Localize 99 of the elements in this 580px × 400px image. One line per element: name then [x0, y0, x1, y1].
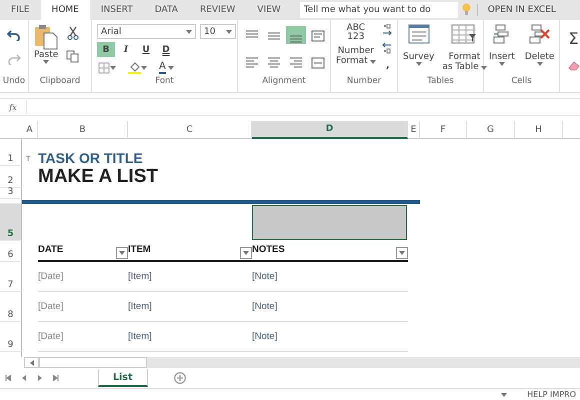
title-text: MAKE A LIST	[38, 166, 159, 188]
font-size-field[interactable]: 10	[200, 24, 236, 39]
filter-caret-icon	[243, 251, 249, 255]
delete-cells-button[interactable]: Delete	[522, 24, 556, 66]
italic-button[interactable]: I	[117, 42, 135, 57]
column-header[interactable]: B	[38, 121, 128, 139]
caret-icon	[186, 30, 192, 34]
status-caret-icon	[501, 393, 508, 397]
row-header[interactable]: 7	[0, 262, 22, 292]
add-sheet-icon[interactable]	[174, 372, 186, 384]
lightbulb-icon	[462, 3, 471, 16]
row-header[interactable]: 5	[0, 204, 22, 241]
column-header[interactable]: D	[252, 121, 408, 139]
table-cell: [Date]	[38, 292, 128, 322]
underline-button[interactable]: U	[137, 42, 155, 57]
status-text[interactable]: HELP IMPRO	[527, 391, 576, 399]
group-label: Number	[346, 76, 382, 88]
table-cell: [Date]	[38, 322, 128, 352]
row-header[interactable]: 2	[0, 166, 22, 188]
undo-button[interactable]	[6, 28, 22, 42]
borders-button[interactable]	[97, 60, 117, 74]
column-heading: NOTES	[252, 244, 285, 255]
group-label: Cells	[511, 76, 532, 88]
row-header[interactable]: 9	[0, 322, 22, 352]
column-header[interactable]: G	[467, 121, 515, 139]
selected-cell[interactable]	[252, 205, 407, 240]
column-header[interactable]: H	[515, 121, 563, 139]
copy-icon[interactable]	[66, 50, 80, 63]
group-label: Clipboard	[40, 76, 80, 88]
caret-icon	[168, 66, 174, 70]
ribbon-tab[interactable]: REVIEW	[188, 0, 246, 20]
scrollbar-thumb[interactable]	[39, 357, 147, 368]
row-header[interactable]: 3	[0, 188, 22, 199]
ribbon-tab[interactable]: INSERT	[90, 0, 144, 20]
insert-cells-button[interactable]: Insert	[487, 24, 517, 66]
table-cell: [Date]	[38, 262, 128, 292]
filter-caret-icon	[399, 251, 405, 255]
paste-button[interactable]: Paste	[32, 24, 60, 64]
group-label: Undo	[2, 76, 26, 88]
table-cell: [Note]	[252, 322, 408, 352]
bottom-align-icon[interactable]	[286, 26, 306, 44]
caret-icon	[43, 60, 50, 64]
delete-cells-icon	[528, 24, 551, 44]
format-as-table-button[interactable]: Format as Table	[440, 24, 489, 73]
filter-button[interactable]	[116, 247, 128, 259]
table-cell: [Item]	[128, 292, 252, 322]
function-icon[interactable]: fx	[0, 102, 26, 112]
search-field[interactable]: Tell me what you want to do	[300, 2, 458, 18]
column-heading: DATE	[38, 244, 64, 255]
filter-button[interactable]	[396, 247, 408, 259]
form-icon	[408, 24, 430, 44]
caret-icon	[536, 62, 543, 66]
caret-icon	[226, 30, 232, 34]
autosum-button[interactable]: Σ	[567, 28, 580, 49]
table-filter-icon	[451, 24, 478, 44]
font-name-field[interactable]: Arial	[97, 24, 196, 39]
table-cell: [Note]	[252, 262, 408, 292]
table-cell: [Item]	[128, 262, 252, 292]
caret-icon	[416, 62, 422, 66]
survey-button[interactable]: Survey	[401, 24, 436, 66]
caret-icon	[480, 66, 487, 70]
caret-icon	[141, 66, 147, 70]
row-header[interactable]: 1	[0, 139, 22, 166]
insert-cells-icon	[492, 24, 511, 44]
caret-icon	[110, 66, 116, 70]
table-cell: [Item]	[128, 322, 252, 352]
decrease-decimal-icon[interactable]	[382, 42, 394, 54]
double-underline-button[interactable]: D	[157, 42, 175, 57]
table-cell: [Note]	[252, 292, 408, 322]
ribbon-tab[interactable]: VIEW	[246, 0, 292, 20]
group-label: Alignment	[262, 76, 306, 88]
number-format-button[interactable]: ABC 123 Number Format	[334, 24, 378, 67]
caret-icon	[370, 60, 376, 64]
group-label: Font	[155, 76, 174, 88]
scroll-left-button[interactable]	[24, 357, 39, 368]
left-arrow-icon	[30, 360, 34, 366]
row-header[interactable]: 6	[0, 241, 22, 262]
group-label: Tables	[427, 76, 454, 88]
sheet-tab[interactable]: List	[98, 369, 148, 387]
filter-button[interactable]	[240, 247, 252, 259]
open-in-excel-button[interactable]: OPEN IN EXCEL	[478, 0, 566, 20]
row-header[interactable]: 8	[0, 292, 22, 322]
bold-button[interactable]: B	[97, 42, 115, 57]
ribbon-tab[interactable]: FILE	[0, 0, 41, 20]
column-header[interactable]: A	[22, 121, 38, 139]
ribbon-tab[interactable]: DATA	[144, 0, 189, 20]
increase-decimal-icon[interactable]	[382, 24, 394, 36]
comma-style-button[interactable]: ,	[385, 60, 390, 72]
font-color-button[interactable]: A	[158, 60, 175, 74]
column-header[interactable]: F	[420, 121, 467, 139]
subtitle-text: TASK OR TITLE	[38, 150, 144, 166]
cut-icon[interactable]	[66, 26, 79, 40]
column-header[interactable]: E	[408, 121, 420, 139]
eraser-icon[interactable]	[568, 61, 580, 71]
filter-caret-icon	[119, 251, 125, 255]
caret-icon	[498, 62, 505, 66]
ribbon-tab[interactable]: HOME	[40, 0, 90, 20]
column-heading: ITEM	[128, 244, 151, 255]
fill-color-button[interactable]	[127, 60, 148, 75]
